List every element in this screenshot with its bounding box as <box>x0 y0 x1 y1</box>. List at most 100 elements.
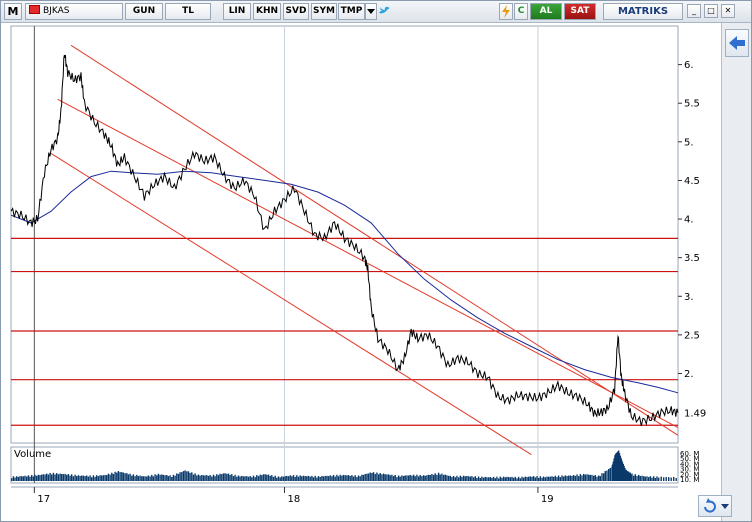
volume-bar <box>414 476 416 481</box>
volume-bar <box>204 475 206 481</box>
bird-icon[interactable] <box>378 3 392 20</box>
volume-label: Volume <box>14 449 51 460</box>
volume-bar <box>322 476 325 481</box>
volume-bar <box>512 477 515 481</box>
volume-bar <box>522 477 525 481</box>
volume-bar <box>583 473 585 481</box>
volume-bar <box>663 477 665 481</box>
volume-bar <box>289 475 291 481</box>
volume-bar <box>347 475 350 481</box>
volume-bar <box>362 474 365 481</box>
volume-bar <box>137 476 140 481</box>
template-button[interactable]: TMP <box>338 3 365 20</box>
volume-bar <box>31 475 33 481</box>
c-button[interactable]: C <box>514 3 528 20</box>
volume-bar <box>574 475 576 481</box>
volume-bar <box>588 474 590 481</box>
volume-bar <box>42 474 45 481</box>
volume-bar <box>609 467 611 481</box>
volume-bar <box>224 473 226 481</box>
volume-bar <box>489 477 491 481</box>
volume-bar <box>579 474 581 481</box>
volume-bar <box>26 476 28 481</box>
volume-bar <box>179 472 181 481</box>
lightning-icon[interactable] <box>499 3 513 20</box>
volume-bar <box>532 476 535 481</box>
volume-bar <box>372 472 375 481</box>
symbol-label: BJKAS <box>43 6 70 16</box>
volume-bar <box>54 474 56 481</box>
volume-bar <box>576 474 578 481</box>
sym-button[interactable]: SYM <box>311 3 337 20</box>
volume-bar <box>257 476 260 481</box>
volume-bar <box>638 474 640 481</box>
svd-button[interactable]: SVD <box>283 3 309 20</box>
volume-bar <box>491 477 493 481</box>
window-maximize-icon[interactable]: □ <box>704 4 718 18</box>
symbol-field[interactable]: BJKAS <box>25 3 123 20</box>
volume-bar <box>481 476 483 481</box>
volume-bar <box>384 474 386 481</box>
price-chart[interactable]: 6.5.55.4.54.3.53.2.52.1.49 Volume 60. M50… <box>1 23 721 521</box>
volume-bar <box>369 472 371 481</box>
y-tick-label: 5.5 <box>684 99 700 110</box>
price-plot-area[interactable] <box>10 25 679 444</box>
volume-bar <box>242 476 245 481</box>
volume-bar <box>653 476 655 481</box>
volume-bar <box>144 476 146 481</box>
volume-bar <box>409 474 411 481</box>
volume-bar <box>156 475 158 481</box>
volume-bar <box>643 476 645 481</box>
volume-bar <box>567 475 570 481</box>
window-close-icon[interactable]: ✕ <box>721 4 735 18</box>
volume-bar <box>442 474 445 481</box>
volume-bar <box>196 475 198 481</box>
linear-scale-button[interactable]: LIN <box>223 3 251 20</box>
volume-bar <box>91 477 93 481</box>
volume-bar <box>121 472 123 481</box>
volume-bar <box>77 475 80 481</box>
volume-bar <box>282 476 285 481</box>
volume-bar <box>102 475 105 481</box>
volume-bar <box>221 474 223 481</box>
volume-bar <box>641 475 643 481</box>
volume-bar <box>101 475 103 481</box>
volume-bar <box>206 475 208 481</box>
period-button[interactable]: GUN <box>125 3 163 20</box>
window-minimize-icon[interactable]: _ <box>687 4 701 18</box>
volume-bar <box>261 475 263 481</box>
back-arrow-icon[interactable] <box>725 29 749 57</box>
sell-button[interactable]: SAT <box>564 3 596 20</box>
volume-bar <box>457 477 460 481</box>
volume-bar <box>377 474 380 481</box>
currency-button[interactable]: TL <box>165 3 211 20</box>
volume-bar <box>109 474 111 481</box>
volume-bar <box>556 477 558 481</box>
volume-bar <box>149 476 151 481</box>
volume-bar <box>99 475 101 481</box>
volume-bar <box>94 476 96 481</box>
volume-bar <box>497 478 500 481</box>
volume-bar <box>479 478 481 481</box>
volume-bar <box>319 477 321 481</box>
volume-bar <box>402 476 405 481</box>
dropdown-icon[interactable] <box>365 3 377 20</box>
volume-bar <box>631 473 633 481</box>
volume-bar <box>534 477 536 481</box>
volume-bar <box>96 475 98 481</box>
matriks-m-logo[interactable]: M <box>4 3 22 20</box>
refresh-icon[interactable] <box>698 495 732 517</box>
volume-bar <box>181 472 183 481</box>
volume-bar <box>529 476 531 481</box>
volume-bar <box>237 475 240 481</box>
volume-bar <box>668 477 670 481</box>
buy-button[interactable]: AL <box>530 3 562 20</box>
volume-bar <box>281 476 283 481</box>
volume-bar <box>462 475 465 481</box>
volume-bar <box>484 476 486 481</box>
volume-bar <box>241 475 243 481</box>
volume-bar <box>284 476 286 481</box>
volume-bar <box>174 475 176 481</box>
khn-button[interactable]: KHN <box>253 3 281 20</box>
volume-bar <box>459 475 461 481</box>
